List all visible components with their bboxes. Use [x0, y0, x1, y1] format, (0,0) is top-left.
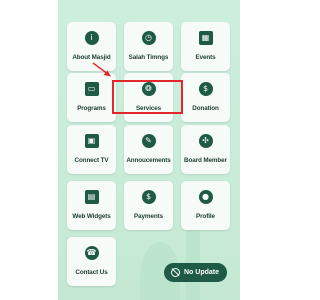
donation-hand-icon: $ — [198, 82, 213, 96]
board-members-icon: ✣ — [198, 134, 213, 148]
contact-headset-icon: ☎ — [84, 246, 99, 260]
info-icon: i — [84, 31, 99, 45]
tile-label-announcements: Annoucements — [126, 157, 171, 164]
clock-icon: ◷ — [141, 31, 156, 45]
tv-cast-icon: ▣ — [84, 134, 99, 148]
no-update-button[interactable]: No Update — [164, 263, 227, 282]
no-sync-icon — [171, 268, 180, 277]
web-widget-icon: ▤ — [84, 190, 99, 204]
tile-contact-us[interactable]: ☎ Contact Us — [67, 237, 116, 286]
tile-label-donation: Donation — [192, 105, 219, 112]
app-screen: i About Masjid ◷ Salah Timngs ▦ Events ▭… — [58, 0, 240, 300]
tile-profile[interactable]: ● Profile — [181, 181, 230, 230]
tile-programs[interactable]: ▭ Programs — [67, 73, 116, 122]
tile-board-member[interactable]: ✣ Board Member — [181, 125, 230, 174]
tile-salah-timings[interactable]: ◷ Salah Timngs — [124, 22, 173, 71]
profile-icon: ● — [198, 190, 213, 204]
tile-announcements[interactable]: ✎ Annoucements — [124, 125, 173, 174]
dollar-coin-icon: $ — [141, 190, 156, 204]
annotation-arrow-icon — [92, 62, 111, 77]
tile-events[interactable]: ▦ Events — [181, 22, 230, 71]
tile-label-web-widgets: Web Widgets — [72, 213, 111, 220]
services-highlight-box — [112, 80, 183, 114]
tile-label-payments: Payments — [134, 213, 163, 220]
tile-label-profile: Profile — [196, 213, 215, 220]
megaphone-icon: ✎ — [141, 134, 156, 148]
tile-connect-tv[interactable]: ▣ Connect TV — [67, 125, 116, 174]
tile-label-salah-timings: Salah Timngs — [128, 54, 169, 61]
calendar-icon: ▦ — [198, 31, 213, 45]
no-update-label: No Update — [184, 269, 219, 276]
tile-label-contact-us: Contact Us — [75, 269, 108, 276]
tile-web-widgets[interactable]: ▤ Web Widgets — [67, 181, 116, 230]
tile-label-board-member: Board Member — [184, 157, 227, 164]
tile-payments[interactable]: $ Payments — [124, 181, 173, 230]
tile-label-connect-tv: Connect TV — [74, 157, 109, 164]
tile-donation[interactable]: $ Donation — [181, 73, 230, 122]
presentation-icon: ▭ — [84, 82, 99, 96]
tile-label-about-masjid: About Masjid — [72, 54, 111, 61]
tile-label-events: Events — [195, 54, 216, 61]
